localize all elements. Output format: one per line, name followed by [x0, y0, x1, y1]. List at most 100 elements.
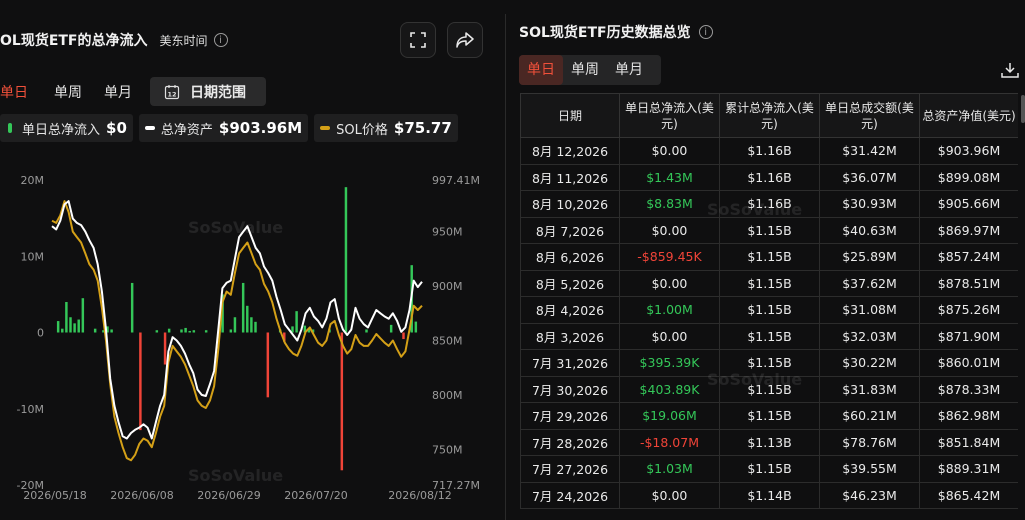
history-table-wrap[interactable]: 日期 单日总净流入(美元) 累计总净流入(美元) 单日总成交额(美元) 总资产净…: [520, 93, 1018, 520]
cell-daily-volume: $31.08M: [819, 296, 920, 324]
cell-date: 7月 24,2026: [520, 481, 620, 509]
left-axis-tick-label: 20M: [21, 174, 45, 187]
inflow-bar: [110, 329, 113, 333]
legend-swatch-gold: [320, 126, 331, 130]
legend-net-assets[interactable]: 总净资产 $903.96M: [138, 114, 309, 142]
fullscreen-button[interactable]: [400, 22, 436, 58]
col-net-assets[interactable]: 总资产净值(美元): [919, 93, 1018, 138]
cell-daily-volume: $39.55M: [819, 455, 920, 483]
cell-date: 8月 3,2026: [520, 322, 620, 350]
cell-cumulative-inflow: $1.15B: [719, 349, 820, 377]
x-axis-tick-label: 2026/06/08: [110, 489, 173, 502]
cell-daily-volume: $25.89M: [819, 243, 920, 271]
cell-net-assets: $871.90M: [919, 322, 1018, 350]
inflow-bar: [180, 329, 183, 333]
table-row[interactable]: 8月 12,2026 $0.00 $1.16B $31.42M $903.96M: [520, 137, 1018, 165]
table-row[interactable]: 7月 27,2026 $1.03M $1.15B $39.55M $889.31M: [520, 455, 1018, 483]
share-button[interactable]: [447, 22, 483, 58]
inflow-bar: [77, 319, 80, 333]
table-row[interactable]: 8月 4,2026 $1.00M $1.15B $31.08M $875.26M: [520, 296, 1018, 324]
right-axis-tick-label: 997.41M: [432, 174, 480, 187]
chart-title-row: OL现货ETF的总净流入 美东时间 i: [0, 28, 228, 52]
table-row[interactable]: 7月 28,2026 -$18.07M $1.13B $78.76M $851.84M: [520, 428, 1018, 456]
legend-net-inflow[interactable]: 单日总净流入 $0: [0, 114, 133, 142]
cell-cumulative-inflow: $1.15B: [719, 296, 820, 324]
cell-daily-volume: $40.63M: [819, 216, 920, 244]
table-row[interactable]: 8月 3,2026 $0.00 $1.15B $32.03M $871.90M: [520, 322, 1018, 350]
col-date[interactable]: 日期: [520, 93, 620, 138]
cell-date: 8月 10,2026: [520, 190, 620, 218]
right-axis-tick-label: 850M: [432, 334, 463, 347]
col-daily-net-inflow[interactable]: 单日总净流入(美元): [619, 93, 720, 138]
cell-net-assets: $889.31M: [919, 455, 1018, 483]
cell-daily-volume: $46.23M: [819, 481, 920, 509]
x-axis-tick-label: 2026/08/12: [388, 489, 451, 502]
table-row[interactable]: 8月 11,2026 $1.43M $1.16B $36.07M $899.08M: [520, 163, 1018, 191]
history-title-row: SOL现货ETF历史数据总览 i: [519, 22, 713, 42]
inflow-bar: [192, 330, 196, 333]
col-cumulative-inflow[interactable]: 累计总净流入(美元): [719, 93, 820, 138]
table-row[interactable]: 7月 31,2026 $395.39K $1.15B $30.22M $860.01M: [520, 349, 1018, 377]
history-panel: SOL现货ETF历史数据总览 i 单日 单周 单月 日期 单日总净流入(美元) …: [519, 0, 1025, 520]
cell-net-assets: $857.24M: [919, 243, 1018, 271]
table-scrollbar[interactable]: [1021, 95, 1025, 123]
cell-cumulative-inflow: $1.13B: [719, 428, 820, 456]
legend-value: $903.96M: [218, 119, 303, 137]
fullscreen-icon: [410, 32, 426, 48]
table-row[interactable]: 7月 29,2026 $19.06M $1.15B $60.21M $862.98M: [520, 402, 1018, 430]
table-row[interactable]: 8月 5,2026 $0.00 $1.15B $37.62M $878.51M: [520, 269, 1018, 297]
x-axis-tick-label: 2026/07/20: [284, 489, 347, 502]
cell-cumulative-inflow: $1.15B: [719, 269, 820, 297]
net-inflow-chart[interactable]: 20M10M0-10M-20M997.41M950M900M850M800M75…: [0, 160, 500, 520]
cell-daily-volume: $31.42M: [819, 137, 920, 165]
inflow-bar: [155, 330, 159, 333]
cell-daily-net-inflow: $0.00: [619, 322, 720, 350]
table-row[interactable]: 8月 10,2026 $8.83M $1.16B $30.93M $905.66M: [520, 190, 1018, 218]
download-button[interactable]: [1001, 62, 1019, 82]
legend-sol-price[interactable]: SOL价格 $75.77: [314, 114, 458, 142]
inflow-bar: [254, 321, 257, 333]
cell-daily-volume: $60.21M: [819, 402, 920, 430]
cell-daily-volume: $30.22M: [819, 349, 920, 377]
inflow-bar: [266, 332, 270, 398]
inflow-bar: [389, 324, 393, 333]
tab-monthly[interactable]: 单月: [96, 78, 140, 106]
legend-label: SOL价格: [336, 122, 388, 138]
cell-daily-net-inflow: -$859.45K: [619, 243, 720, 271]
table-row[interactable]: 8月 7,2026 $0.00 $1.15B $40.63M $869.97M: [520, 216, 1018, 244]
cell-net-assets: $862.98M: [919, 402, 1018, 430]
col-daily-volume[interactable]: 单日总成交额(美元): [819, 93, 920, 138]
date-range-button[interactable]: 12 日期范围: [150, 77, 266, 106]
tab-weekly[interactable]: 单周: [46, 78, 90, 106]
inflow-bar: [250, 317, 253, 333]
inflow-bar: [81, 298, 85, 333]
cell-daily-net-inflow: $0.00: [619, 216, 720, 244]
tab-daily[interactable]: 单日: [519, 55, 563, 85]
period-tabs: 单日 单周 单月: [0, 78, 140, 106]
timezone-label: 美东时间: [159, 33, 208, 48]
cell-cumulative-inflow: $1.15B: [719, 216, 820, 244]
cell-date: 7月 31,2026: [520, 349, 620, 377]
inflow-bar: [139, 332, 142, 431]
tab-weekly[interactable]: 单周: [563, 55, 607, 85]
tab-monthly[interactable]: 单月: [607, 55, 651, 85]
info-icon[interactable]: i: [698, 25, 713, 39]
inflow-bar: [61, 328, 64, 333]
tab-daily[interactable]: 单日: [0, 78, 36, 106]
info-icon[interactable]: i: [213, 33, 228, 47]
cell-daily-net-inflow: $0.00: [619, 481, 720, 509]
history-table: 日期 单日总净流入(美元) 累计总净流入(美元) 单日总成交额(美元) 总资产净…: [520, 93, 1018, 509]
inflow-bar: [163, 332, 167, 365]
cell-net-assets: $905.66M: [919, 190, 1018, 218]
cell-daily-net-inflow: $1.43M: [619, 163, 720, 191]
x-axis-tick-label: 2026/05/18: [23, 489, 86, 502]
table-row[interactable]: 7月 24,2026 $0.00 $1.14B $46.23M $865.42M: [520, 481, 1018, 509]
table-row[interactable]: 8月 6,2026 -$859.45K $1.15B $25.89M $857.24M: [520, 243, 1018, 271]
cell-cumulative-inflow: $1.16B: [719, 137, 820, 165]
cell-net-assets: $860.01M: [919, 349, 1018, 377]
cell-daily-net-inflow: $8.83M: [619, 190, 720, 218]
left-axis-tick-label: 10M: [21, 250, 45, 263]
cell-date: 7月 29,2026: [520, 402, 620, 430]
cell-date: 8月 12,2026: [520, 137, 620, 165]
table-row[interactable]: 7月 30,2026 $403.89K $1.15B $31.83M $878.33M: [520, 375, 1018, 403]
